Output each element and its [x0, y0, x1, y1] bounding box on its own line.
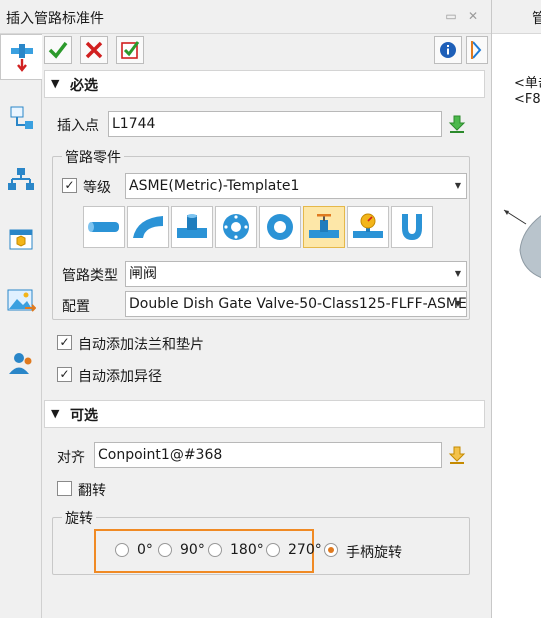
pipe-type-label: 管路类型: [62, 268, 118, 284]
rotation-90-radio[interactable]: [158, 543, 172, 557]
x-icon: [85, 41, 103, 59]
close-icon[interactable]: ✕: [466, 9, 480, 23]
u-bend-icon: [402, 214, 422, 240]
component-box-icon[interactable]: [4, 222, 38, 256]
tee-icon: [177, 214, 207, 238]
pick-down-arrow-icon: [448, 446, 466, 464]
straight-pipe-icon: [88, 222, 119, 232]
pipe-type-button-gasket[interactable]: [259, 206, 301, 248]
chevron-down-icon: ▼: [454, 269, 461, 278]
viewport-tab[interactable]: 管: [492, 0, 541, 34]
hierarchy-icon[interactable]: [4, 162, 38, 196]
ok-button[interactable]: [44, 36, 72, 64]
viewport-hint: <单击: [514, 76, 541, 91]
main-panel: ▼ 必选 插入点 L1744 管路零件 ✓ 等级 ASME(Metric)-Te…: [42, 34, 491, 618]
config-dropdown[interactable]: Double Dish Gate Valve-50-Class125-FLFF-…: [125, 291, 467, 317]
image-view-icon[interactable]: [4, 284, 38, 318]
insert-point-field[interactable]: L1744: [108, 111, 442, 137]
user-icon[interactable]: [4, 346, 38, 380]
pipe-type-button-instrument[interactable]: [347, 206, 389, 248]
rotation-270-radio[interactable]: [266, 543, 280, 557]
pipe-network-icon[interactable]: [4, 100, 38, 134]
pipe-type-button-valve[interactable]: [303, 206, 345, 248]
rotation-270-label: 270°: [288, 542, 322, 558]
info-icon: [440, 42, 456, 58]
left-sidebar: [0, 34, 42, 618]
collapse-icon: ▼: [51, 77, 60, 90]
viewport-pane[interactable]: 管 <单击 <F8>: [491, 0, 541, 618]
toolbar: [42, 34, 491, 68]
pipe-type-dropdown[interactable]: 闸阀 ▼: [125, 261, 467, 287]
elbow-icon: [133, 216, 163, 238]
auto-reducer-label: 自动添加异径: [78, 369, 162, 385]
collapse-icon: ▼: [51, 407, 60, 420]
flange-icon: [223, 214, 249, 240]
instrument-icon: [353, 213, 383, 238]
grade-dropdown[interactable]: ASME(Metric)-Template1 ▼: [125, 173, 467, 199]
pipe-type-button-pipe[interactable]: [83, 206, 125, 248]
rotation-0-label: 0°: [137, 542, 153, 558]
model-preview[interactable]: [492, 190, 541, 290]
viewport-hint: <F8>: [514, 92, 541, 107]
rotation-90-label: 90°: [180, 542, 205, 558]
config-label: 配置: [62, 299, 90, 315]
insert-point-label: 插入点: [57, 118, 99, 134]
required-section-header[interactable]: ▼ 必选: [44, 70, 485, 98]
pipe-parts-group-title: 管路零件: [62, 147, 124, 167]
auto-flange-label: 自动添加法兰和垫片: [78, 337, 204, 353]
valve-icon: [309, 214, 339, 238]
optional-section-header[interactable]: ▼ 可选: [44, 400, 485, 428]
cancel-button[interactable]: [80, 36, 108, 64]
pipe-type-button-flange[interactable]: [215, 206, 257, 248]
apply-button[interactable]: [116, 36, 144, 64]
expand-panel-button[interactable]: [466, 36, 488, 64]
rotation-group-title: 旋转: [62, 508, 96, 528]
insert-pipe-tool-icon[interactable]: [0, 34, 42, 80]
expand-icon: [471, 41, 482, 59]
align-label: 对齐: [57, 450, 85, 466]
info-button[interactable]: [434, 36, 462, 64]
align-field[interactable]: Conpoint1@#368: [94, 442, 442, 468]
minimize-icon[interactable]: ▭: [444, 9, 458, 23]
auto-flange-checkbox[interactable]: ✓: [57, 335, 72, 350]
handle-rotate-label: 手柄旋转: [346, 545, 402, 561]
grade-checkbox[interactable]: ✓: [62, 178, 77, 193]
auto-reducer-checkbox[interactable]: ✓: [57, 367, 72, 382]
flip-checkbox[interactable]: [57, 481, 72, 496]
gasket-icon: [267, 214, 293, 240]
flip-label: 翻转: [78, 483, 106, 499]
pick-align-button[interactable]: [446, 444, 468, 466]
grade-label: 等级: [83, 180, 111, 196]
rotation-180-radio[interactable]: [208, 543, 222, 557]
chevron-down-icon: ▼: [454, 299, 461, 308]
handle-rotate-radio[interactable]: [324, 543, 338, 557]
pipe-type-button-elbow[interactable]: [127, 206, 169, 248]
window-title: 插入管路标准件: [6, 11, 104, 27]
rotation-0-radio[interactable]: [115, 543, 129, 557]
title-bar: 插入管路标准件 ▭ ✕: [0, 0, 491, 34]
chevron-down-icon: ▼: [454, 181, 461, 190]
pipe-type-button-u-bend[interactable]: [391, 206, 433, 248]
pick-down-arrow-icon: [448, 115, 466, 133]
check-icon: [48, 41, 68, 59]
apply-icon: [121, 41, 140, 59]
pipe-type-button-tee[interactable]: [171, 206, 213, 248]
rotation-180-label: 180°: [230, 542, 264, 558]
pick-point-button[interactable]: [446, 113, 468, 135]
